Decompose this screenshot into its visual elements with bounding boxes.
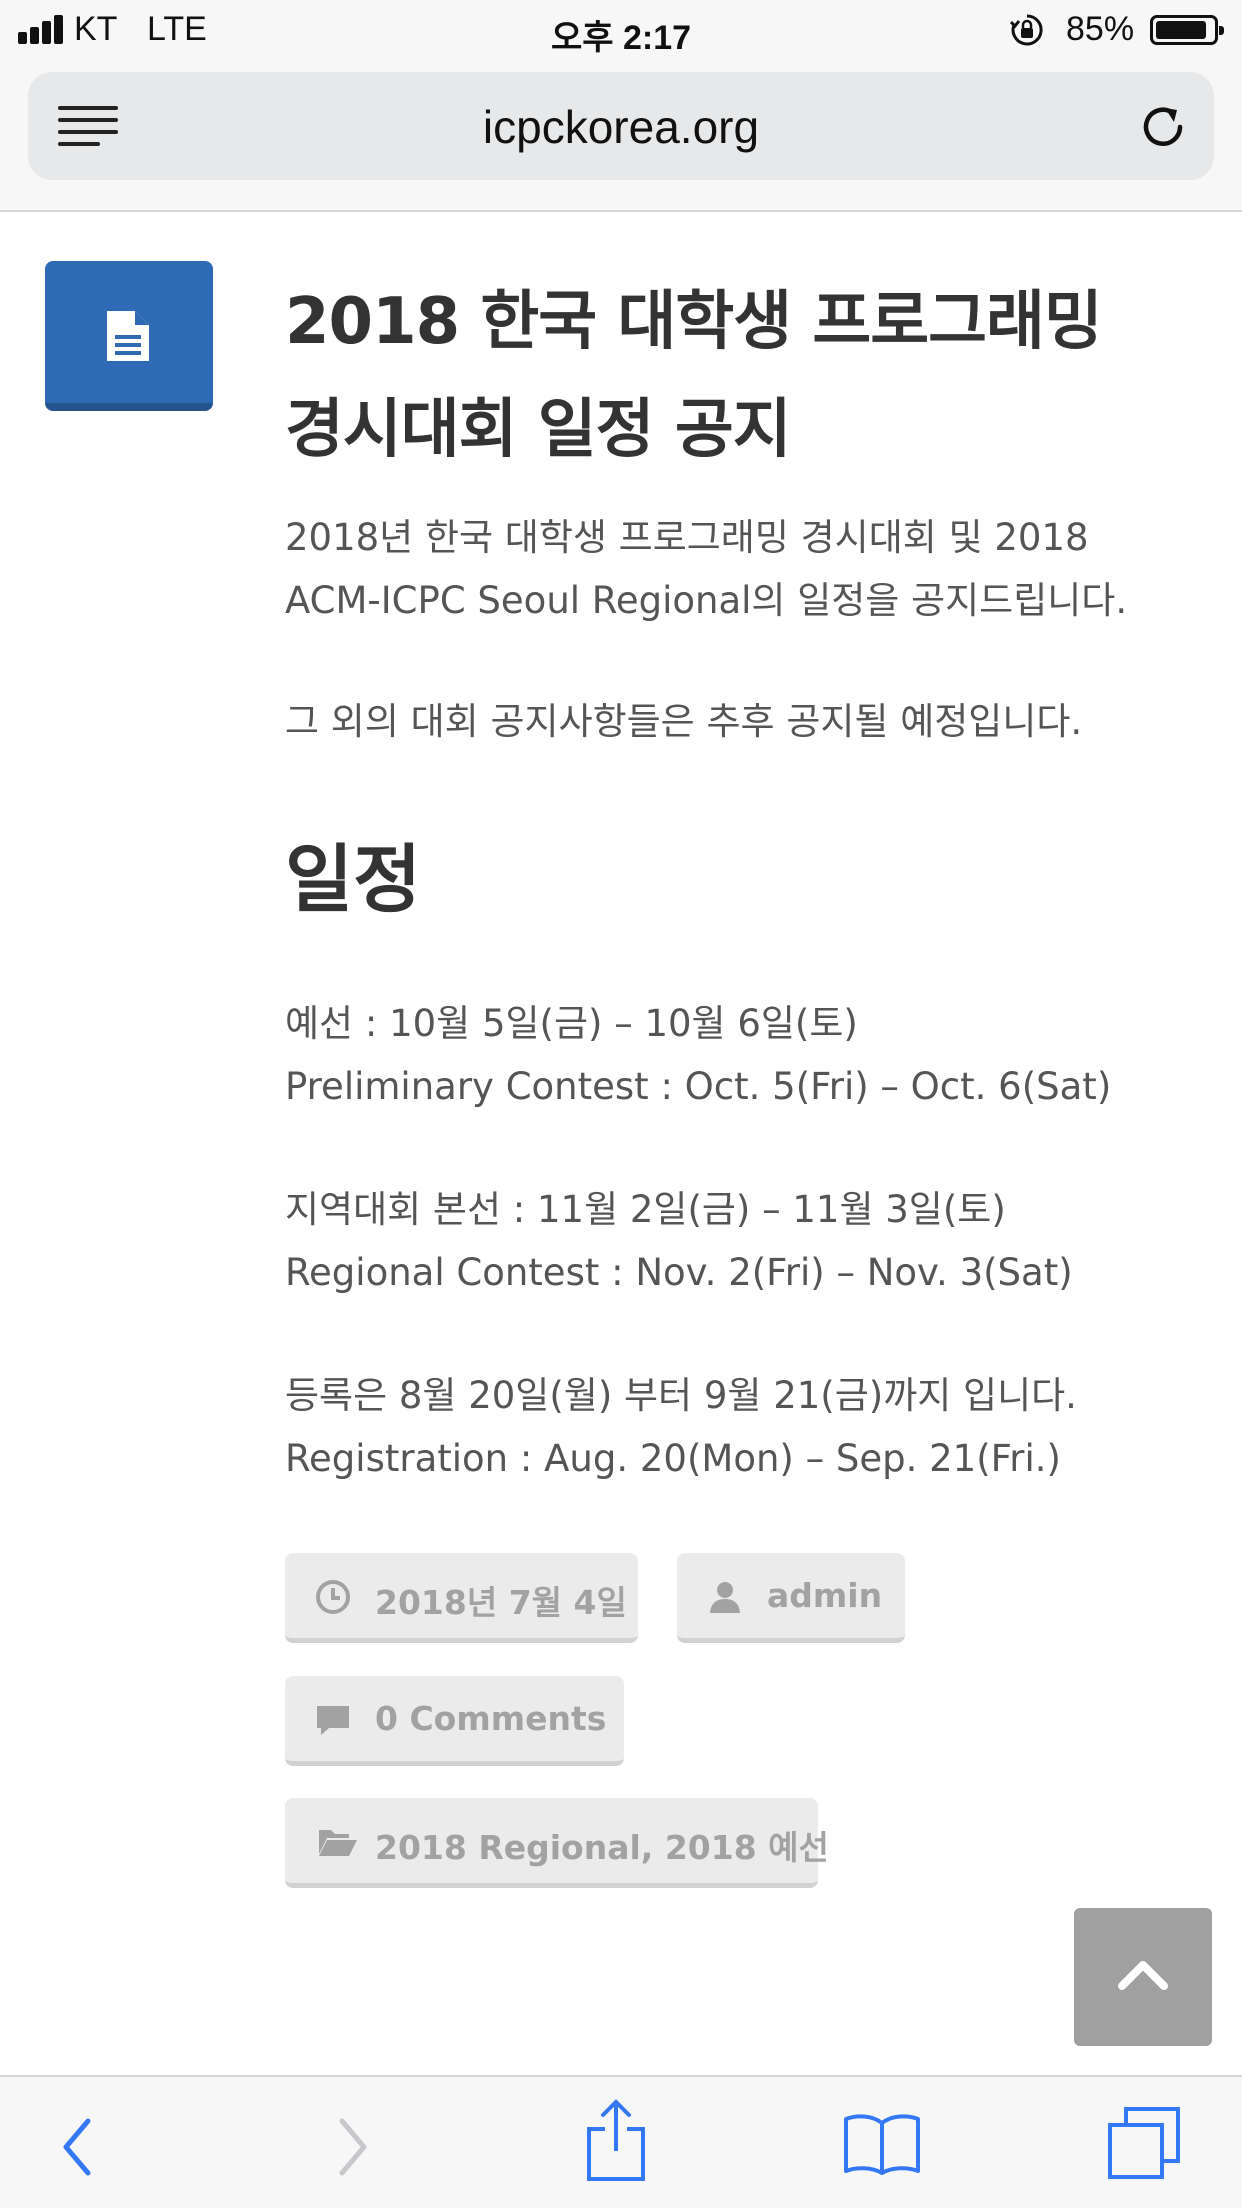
post-comments[interactable]: 0 Comments bbox=[375, 1699, 606, 1738]
back-icon[interactable] bbox=[60, 2117, 94, 2177]
back-to-top-button[interactable] bbox=[1074, 1908, 1212, 2046]
clock-icon bbox=[316, 1580, 350, 1614]
post-categories[interactable]: 2018 Regional, 2018 예선 bbox=[375, 1821, 829, 1869]
schedule-en: Regional Contest : Nov. 2(Fri) – Nov. 3(… bbox=[285, 1251, 1073, 1294]
orientation-lock-icon bbox=[1010, 14, 1043, 46]
status-time: 오후 2:17 bbox=[550, 19, 692, 57]
schedule-en: Registration : Aug. 20(Mon) – Sep. 21(Fr… bbox=[285, 1437, 1061, 1480]
post-title[interactable]: 2018 한국 대학생 프로그래밍 경시대회 일정 공지 bbox=[285, 268, 1205, 484]
bookmarks-icon[interactable] bbox=[842, 2113, 922, 2175]
post-format-badge bbox=[45, 261, 213, 411]
schedule-en: Preliminary Contest : Oct. 5(Fri) – Oct.… bbox=[285, 1065, 1112, 1108]
intro-line: 2018년 한국 대학생 프로그래밍 경시대회 및 2018 bbox=[285, 516, 1089, 559]
post-author-pill[interactable]: admin bbox=[677, 1553, 905, 1643]
schedule-item: 등록은 8월 20일(월) 부터 9월 21(금)까지 입니다. Registr… bbox=[285, 1364, 1215, 1490]
browser-toolbar bbox=[0, 2075, 1242, 2208]
schedule-ko: 지역대회 본선 : 11월 2일(금) – 11월 3일(토) bbox=[285, 1188, 1006, 1231]
status-bar: KT LTE 오후 2:17 85% bbox=[0, 0, 1242, 62]
post-title-line[interactable]: 2018 한국 대학생 프로그래밍 bbox=[285, 268, 1205, 376]
post-date-pill[interactable]: 2018년 7월 4일 bbox=[285, 1553, 638, 1643]
schedule-ko: 등록은 8월 20일(월) 부터 9월 21(금)까지 입니다. bbox=[285, 1374, 1077, 1417]
schedule-ko: 예선 : 10월 5일(금) – 10월 6일(토) bbox=[285, 1002, 858, 1045]
chevron-up-icon bbox=[1118, 1961, 1168, 1990]
battery-percent: 85% bbox=[1066, 10, 1135, 48]
comment-icon bbox=[317, 1706, 349, 1735]
post-date[interactable]: 2018년 7월 4일 bbox=[375, 1576, 627, 1624]
post-categories-pill[interactable]: 2018 Regional, 2018 예선 bbox=[285, 1798, 829, 1888]
reload-icon[interactable] bbox=[1136, 100, 1190, 154]
intro-paragraph: 2018년 한국 대학생 프로그래밍 경시대회 및 2018 ACM-ICPC … bbox=[285, 506, 1215, 632]
note-paragraph: 그 외의 대회 공지사항들은 추후 공지될 예정입니다. bbox=[285, 690, 1215, 753]
tabs-icon[interactable] bbox=[1106, 2105, 1182, 2181]
intro-line: ACM-ICPC Seoul Regional의 일정을 공지드립니다. bbox=[285, 579, 1128, 622]
forward-icon[interactable] bbox=[336, 2117, 370, 2177]
schedule-item: 지역대회 본선 : 11월 2일(금) – 11월 3일(토) Regional… bbox=[285, 1178, 1215, 1304]
post-author[interactable]: admin bbox=[767, 1576, 882, 1615]
browser-address-area: icpckorea.org bbox=[0, 62, 1242, 212]
battery-icon bbox=[1150, 15, 1224, 45]
share-icon[interactable] bbox=[585, 2099, 647, 2181]
schedule-item: 예선 : 10월 5일(금) – 10월 6일(토) Preliminary C… bbox=[285, 992, 1215, 1118]
url-bar[interactable]: icpckorea.org bbox=[28, 72, 1214, 180]
note-text: 그 외의 대회 공지사항들은 추후 공지될 예정입니다. bbox=[285, 700, 1083, 743]
folder-open-icon bbox=[319, 1830, 357, 1856]
section-heading: 일정 bbox=[285, 837, 422, 923]
post-comments-pill[interactable]: 0 Comments bbox=[285, 1676, 624, 1766]
post-title-line[interactable]: 경시대회 일정 공지 bbox=[285, 376, 1205, 484]
url-text[interactable]: icpckorea.org bbox=[28, 100, 1214, 154]
user-icon bbox=[710, 1582, 740, 1613]
document-icon bbox=[107, 311, 149, 361]
